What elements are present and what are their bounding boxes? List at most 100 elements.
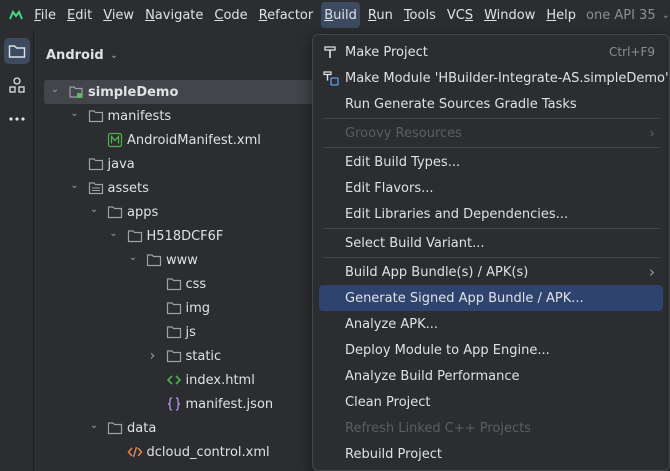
chevron-down-icon[interactable]: ⌄ bbox=[107, 228, 121, 239]
chevron-right-icon: › bbox=[649, 124, 655, 142]
folder-icon bbox=[107, 204, 123, 220]
chevron-right-icon[interactable]: › bbox=[146, 348, 160, 364]
menu-label: Navigate bbox=[145, 7, 204, 23]
build-menu-item-analyze-build-performance[interactable]: Analyze Build Performance bbox=[319, 363, 663, 389]
build-menu-item-edit-build-types[interactable]: Edit Build Types... bbox=[319, 149, 663, 175]
menu-item-label: Rebuild Project bbox=[345, 446, 443, 462]
menu-view[interactable]: View bbox=[100, 0, 137, 30]
build-menu-item-edit-libraries-and-dependencies[interactable]: Edit Libraries and Dependencies... bbox=[319, 201, 663, 227]
run-configuration-label: one API 35 bbox=[586, 7, 656, 23]
menu-separator bbox=[323, 147, 659, 148]
menu-vcs[interactable]: VCS bbox=[444, 0, 476, 30]
more-tools-button[interactable] bbox=[4, 106, 30, 132]
folder-icon bbox=[88, 156, 104, 172]
build-menu-item-refresh-linked-c-projects: Refresh Linked C++ Projects bbox=[319, 415, 663, 441]
menu-navigate[interactable]: Navigate bbox=[142, 0, 206, 30]
menu-window[interactable]: Window bbox=[481, 0, 538, 30]
menu-help[interactable]: Help bbox=[543, 0, 579, 30]
menu-separator bbox=[323, 228, 659, 229]
menu-label: Window bbox=[484, 7, 536, 23]
chevron-down-icon[interactable]: ⌄ bbox=[68, 108, 82, 119]
menu-item-shortcut: Ctrl+F9 bbox=[609, 45, 655, 59]
menu-build[interactable]: Build bbox=[321, 2, 360, 28]
chevron-down-icon[interactable]: ⌄ bbox=[126, 252, 140, 263]
chevron-down-icon: ⌄ bbox=[661, 9, 670, 21]
menu-item-label: Build App Bundle(s) / APK(s) bbox=[345, 264, 529, 280]
structure-icon bbox=[9, 77, 25, 93]
menu-bar: File Edit View Navigate Code Refactor Build Run… bbox=[0, 0, 670, 30]
build-menu-item-analyze-apk[interactable]: Analyze APK... bbox=[319, 311, 663, 337]
chevron-right-icon: › bbox=[649, 263, 655, 281]
tree-item-label: simpleDemo bbox=[88, 84, 179, 100]
json-file-icon bbox=[166, 396, 182, 412]
html-file-icon bbox=[166, 372, 182, 388]
module-icon bbox=[68, 84, 84, 100]
left-tool-strip bbox=[0, 30, 34, 471]
tree-item-label: data bbox=[127, 420, 157, 436]
chevron-down-icon: ⌄ bbox=[109, 49, 119, 61]
android-studio-logo-icon[interactable] bbox=[0, 0, 31, 30]
folder-icon bbox=[166, 348, 182, 364]
project-tool-button[interactable] bbox=[4, 38, 30, 64]
chevron-down-icon[interactable]: ⌄ bbox=[87, 420, 101, 431]
menu-edit[interactable]: Edit bbox=[64, 0, 95, 30]
menu-item-label: Make Module 'HBuilder-Integrate-AS.simpl… bbox=[345, 70, 669, 86]
menu-label: File bbox=[34, 7, 57, 23]
menu-refactor[interactable]: Refactor bbox=[256, 0, 317, 30]
folder-icon bbox=[166, 324, 182, 340]
menu-item-label: Make Project bbox=[345, 44, 428, 60]
folder-icon bbox=[8, 45, 26, 58]
project-view-title: Android bbox=[46, 47, 104, 63]
menu-label: Refactor bbox=[258, 7, 314, 23]
build-menu-item-build-app-bundle-s-apk-s[interactable]: Build App Bundle(s) / APK(s) › bbox=[319, 259, 663, 285]
menu-code[interactable]: Code bbox=[211, 0, 250, 30]
folder-icon bbox=[107, 420, 123, 436]
folder-icon bbox=[127, 228, 143, 244]
xml-file-icon bbox=[127, 444, 143, 460]
chevron-down-icon[interactable]: ⌄ bbox=[87, 204, 101, 215]
build-menu-item-run-generate-sources-gradle-tasks[interactable]: Run Generate Sources Gradle Tasks bbox=[319, 91, 663, 117]
run-configuration-selector[interactable]: one API 35 ⌄ bbox=[586, 8, 670, 23]
folder-icon bbox=[146, 252, 162, 268]
chevron-down-icon[interactable]: ⌄ bbox=[48, 84, 62, 95]
tree-item-label: manifest.json bbox=[185, 396, 274, 412]
tree-item-label: js bbox=[185, 324, 196, 340]
menu-label: Code bbox=[214, 7, 248, 23]
tree-item-simpledemo[interactable]: ⌄ simpleDemo bbox=[44, 80, 334, 104]
menu-item-label: Edit Flavors... bbox=[345, 180, 434, 196]
menu-label: View bbox=[103, 7, 135, 23]
build-menu-item-deploy-module-to-app-engine[interactable]: Deploy Module to App Engine... bbox=[319, 337, 663, 363]
menu-label: Tools bbox=[403, 7, 436, 23]
menu-item-label: Edit Build Types... bbox=[345, 154, 461, 170]
build-menu-item-clean-project[interactable]: Clean Project bbox=[319, 389, 663, 415]
menu-tools[interactable]: Tools bbox=[401, 0, 439, 30]
menu-item-label: Select Build Variant... bbox=[345, 235, 485, 251]
structure-tool-button[interactable] bbox=[4, 72, 30, 98]
menu-label: Help bbox=[546, 7, 577, 23]
menu-item-label: Analyze Build Performance bbox=[345, 368, 520, 384]
tree-item-label: css bbox=[185, 276, 207, 292]
menu-item-label: Run Generate Sources Gradle Tasks bbox=[345, 96, 577, 112]
tree-item-label: img bbox=[185, 300, 211, 316]
build-menu-item-make-module-hbuilder-integrate-as-simpledemo[interactable]: Make Module 'HBuilder-Integrate-AS.simpl… bbox=[319, 65, 669, 91]
menu-item-label: Generate Signed App Bundle / APK... bbox=[345, 290, 584, 306]
build-menu-item-generate-signed-app-bundle-apk[interactable]: Generate Signed App Bundle / APK... bbox=[319, 285, 663, 311]
menu-separator bbox=[323, 118, 659, 119]
build-menu-item-select-build-variant[interactable]: Select Build Variant... bbox=[319, 230, 663, 256]
build-menu-item-rebuild-project[interactable]: Rebuild Project bbox=[319, 441, 663, 467]
make-module-icon bbox=[323, 70, 339, 86]
build-menu-item-edit-flavors[interactable]: Edit Flavors... bbox=[319, 175, 663, 201]
more-icon bbox=[9, 117, 25, 121]
tree-item-label: H518DCF6F bbox=[146, 228, 224, 244]
tree-item-label: manifests bbox=[107, 108, 172, 124]
hammer-icon bbox=[323, 44, 339, 60]
tree-item-label: apps bbox=[127, 204, 159, 220]
menu-run[interactable]: Run bbox=[365, 0, 396, 30]
tree-item-label: assets bbox=[107, 180, 149, 196]
chevron-down-icon[interactable]: ⌄ bbox=[68, 180, 82, 191]
menu-file[interactable]: File bbox=[31, 0, 59, 30]
folder-icon bbox=[88, 108, 104, 124]
folder-icon bbox=[166, 276, 182, 292]
build-menu-item-make-project[interactable]: Make Project Ctrl+F9 bbox=[319, 39, 663, 65]
menu-item-label: Analyze APK... bbox=[345, 316, 439, 332]
